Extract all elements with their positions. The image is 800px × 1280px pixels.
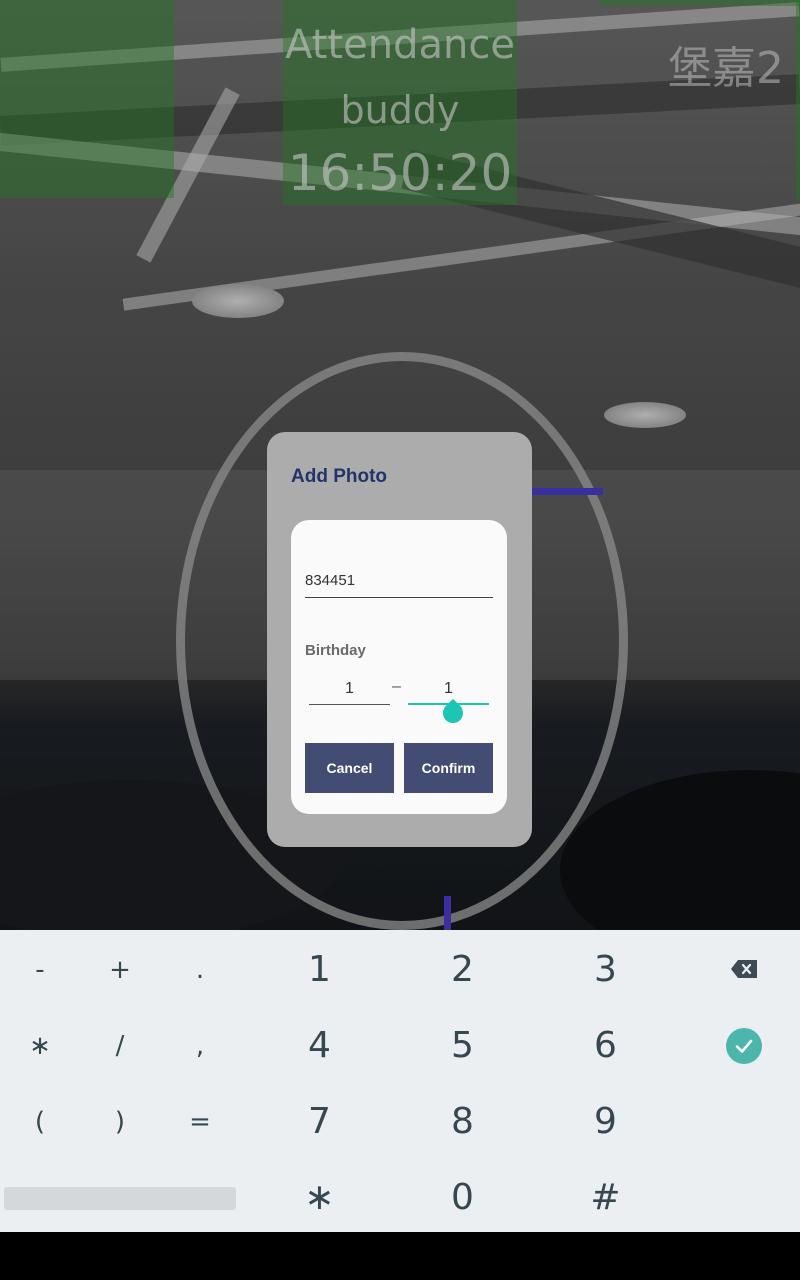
key-equals[interactable]: = bbox=[160, 1084, 240, 1160]
key-7[interactable]: 7 bbox=[248, 1084, 391, 1160]
backspace-icon[interactable] bbox=[731, 960, 757, 978]
key-plus[interactable]: + bbox=[80, 932, 160, 1008]
key-6[interactable]: 6 bbox=[534, 1008, 677, 1084]
numeric-keyboard: - + . ∗ / , ( ) = 1 2 3 4 5 6 7 8 9 ∗ 0 … bbox=[0, 930, 800, 1232]
date-separator: – bbox=[392, 678, 401, 695]
key-open-paren[interactable]: ( bbox=[0, 1084, 80, 1160]
check-circle-icon[interactable] bbox=[726, 1028, 762, 1064]
dialog-card: 834451 Birthday 1 – 1 Cancel Confirm bbox=[291, 520, 507, 814]
key-asterisk[interactable]: ∗ bbox=[0, 1008, 80, 1084]
cancel-button[interactable]: Cancel bbox=[305, 743, 394, 793]
employee-id-field[interactable]: 834451 bbox=[305, 570, 493, 598]
key-0[interactable]: 0 bbox=[391, 1160, 534, 1236]
key-1[interactable]: 1 bbox=[248, 932, 391, 1008]
station-label: 堡嘉2 bbox=[668, 43, 784, 94]
key-hash[interactable]: # bbox=[534, 1160, 677, 1236]
birthday-label: Birthday bbox=[305, 642, 366, 659]
system-bottom-bar bbox=[0, 1232, 800, 1280]
birthday-month-field[interactable]: 1 bbox=[309, 680, 390, 705]
key-period[interactable]: . bbox=[160, 932, 240, 1008]
key-star[interactable]: ∗ bbox=[248, 1160, 391, 1236]
key-minus[interactable]: - bbox=[0, 932, 80, 1008]
key-4[interactable]: 4 bbox=[248, 1008, 391, 1084]
key-5[interactable]: 5 bbox=[391, 1008, 534, 1084]
key-2[interactable]: 2 bbox=[391, 932, 534, 1008]
key-3[interactable]: 3 bbox=[534, 932, 677, 1008]
app-title: Attendance bbox=[285, 22, 515, 68]
dialog-title: Add Photo bbox=[291, 466, 388, 487]
birthday-day-field[interactable]: 1 bbox=[408, 680, 489, 705]
clock: 16:50:20 bbox=[287, 144, 513, 202]
key-8[interactable]: 8 bbox=[391, 1084, 534, 1160]
key-9[interactable]: 9 bbox=[534, 1084, 677, 1160]
add-photo-dialog: Add Photo 834451 Birthday 1 – 1 Cancel C… bbox=[267, 432, 532, 847]
app-subtitle: buddy bbox=[340, 88, 460, 132]
key-close-paren[interactable]: ) bbox=[80, 1084, 160, 1160]
space-key[interactable] bbox=[4, 1187, 236, 1210]
key-comma[interactable]: , bbox=[160, 1008, 240, 1084]
confirm-button[interactable]: Confirm bbox=[404, 743, 493, 793]
key-slash[interactable]: / bbox=[80, 1008, 160, 1084]
